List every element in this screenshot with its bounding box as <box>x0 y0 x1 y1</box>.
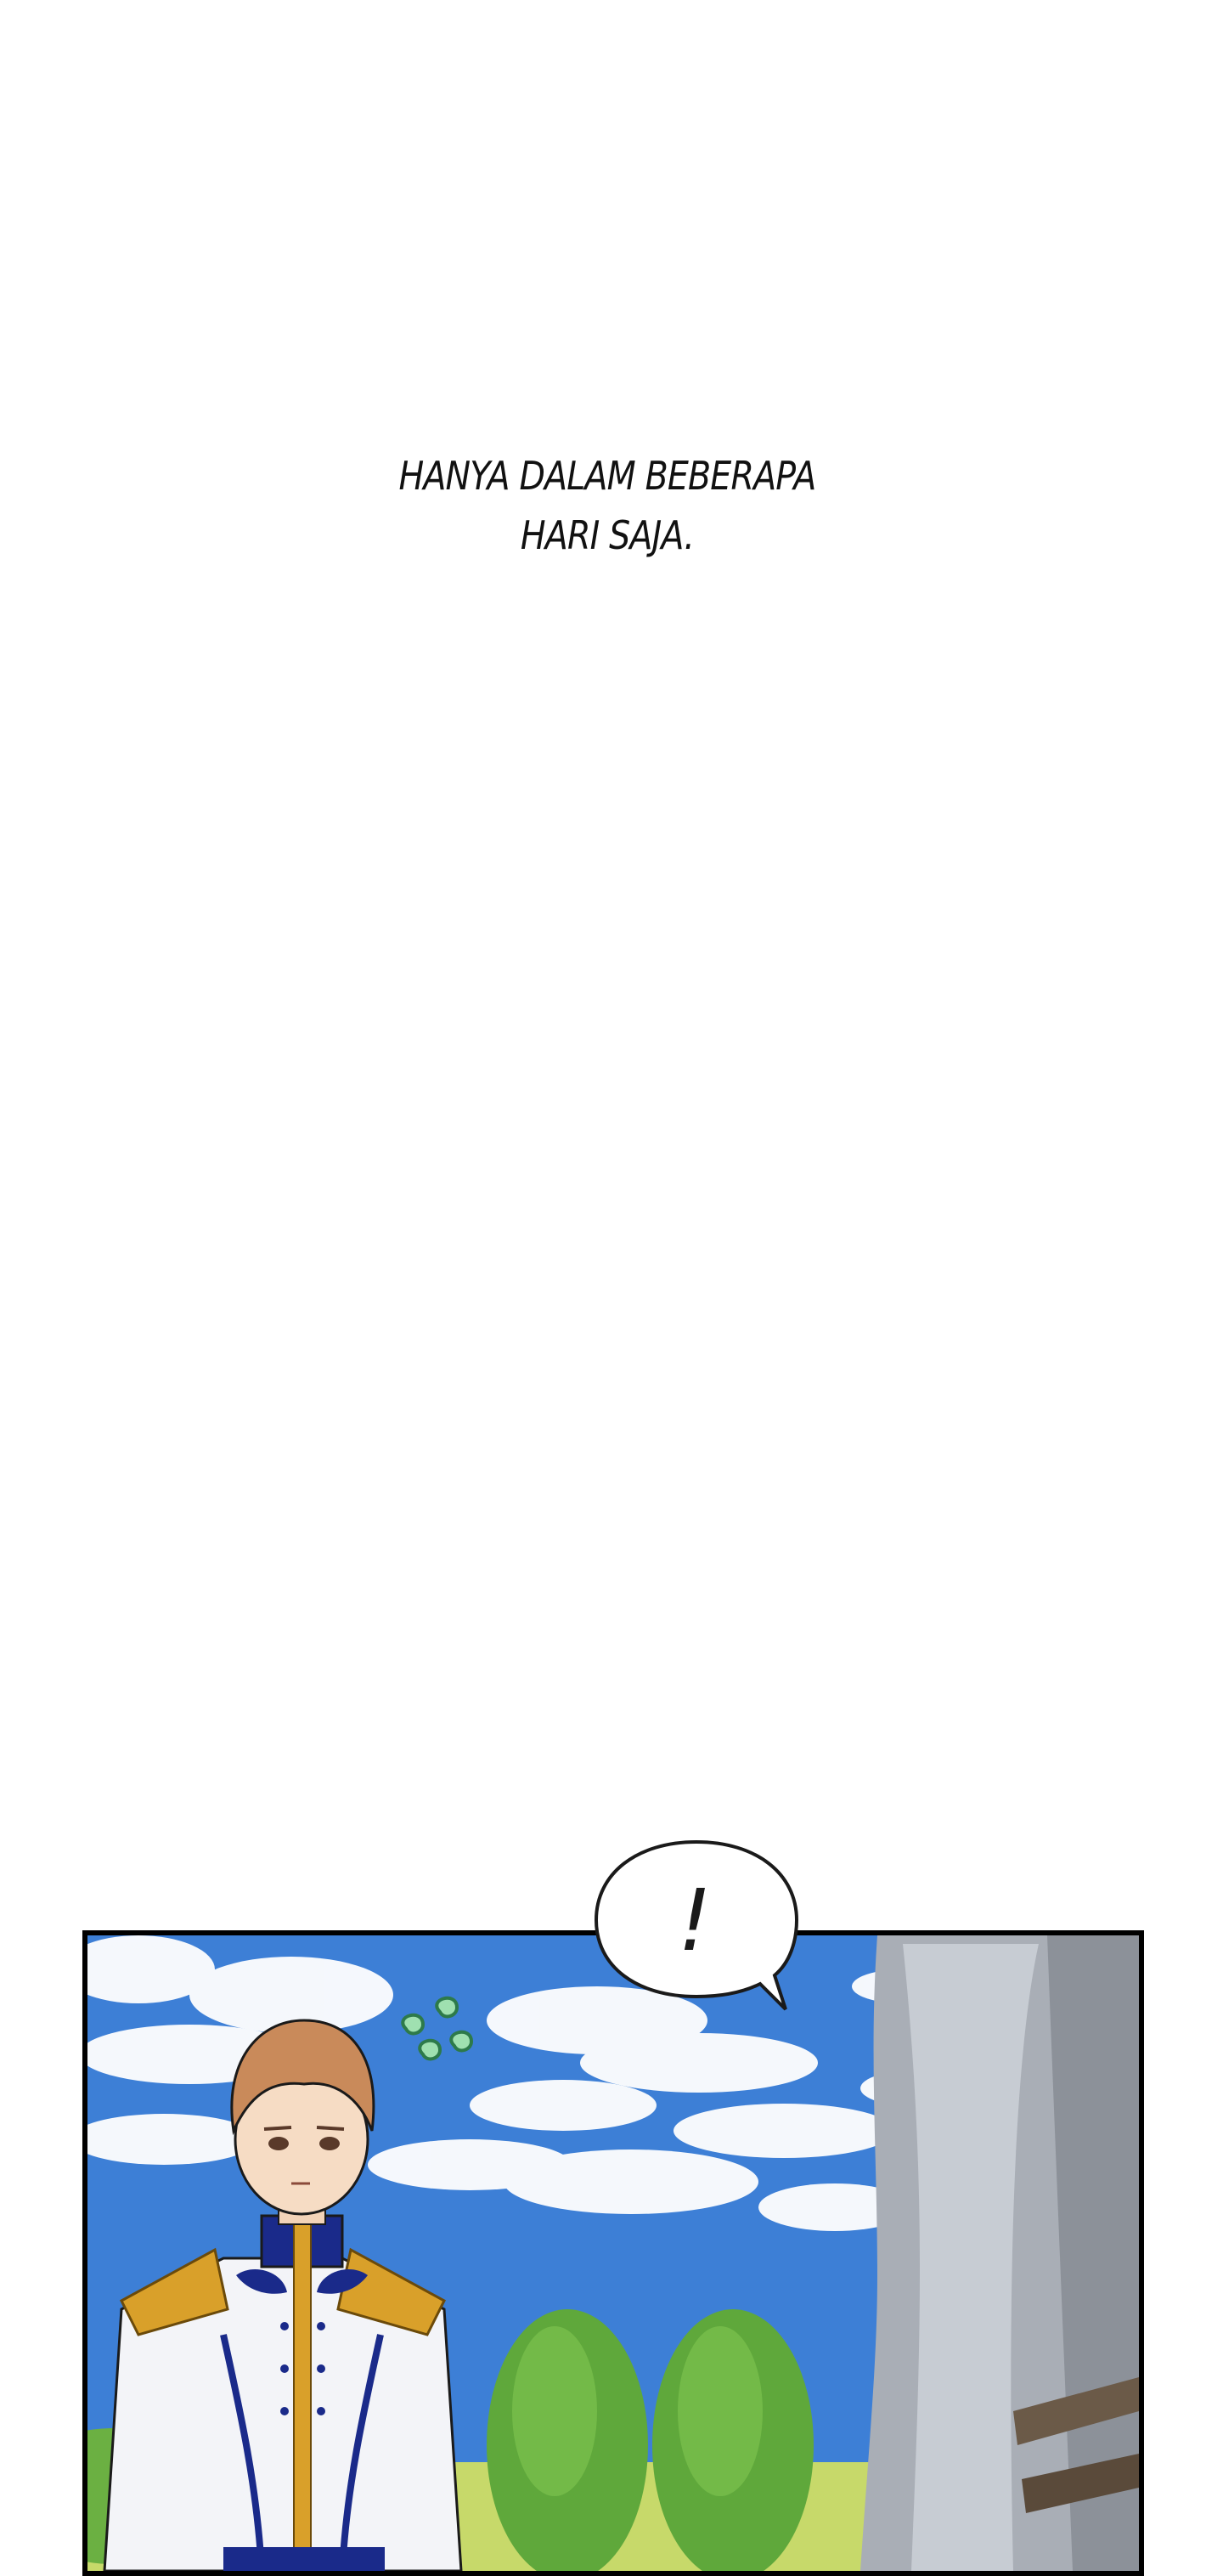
comic-page: HANYA DALAM BEBERAPA HARI SAJA. ! <box>0 0 1223 2576</box>
comic-panel <box>82 1930 1144 2576</box>
cloaked-figure <box>860 1935 1139 2571</box>
panel-artwork <box>87 1935 1139 2571</box>
speech-bubble: ! <box>586 1835 807 2022</box>
caption-line-2: HARI SAJA. <box>520 512 695 558</box>
speech-bubble-icon: ! <box>594 1839 799 2011</box>
caption-line-1: HANYA DALAM BEBERAPA <box>398 453 816 499</box>
narration-caption: HANYA DALAM BEBERAPA HARI SAJA. <box>85 446 1130 565</box>
bubble-exclamation: ! <box>678 1871 712 1970</box>
